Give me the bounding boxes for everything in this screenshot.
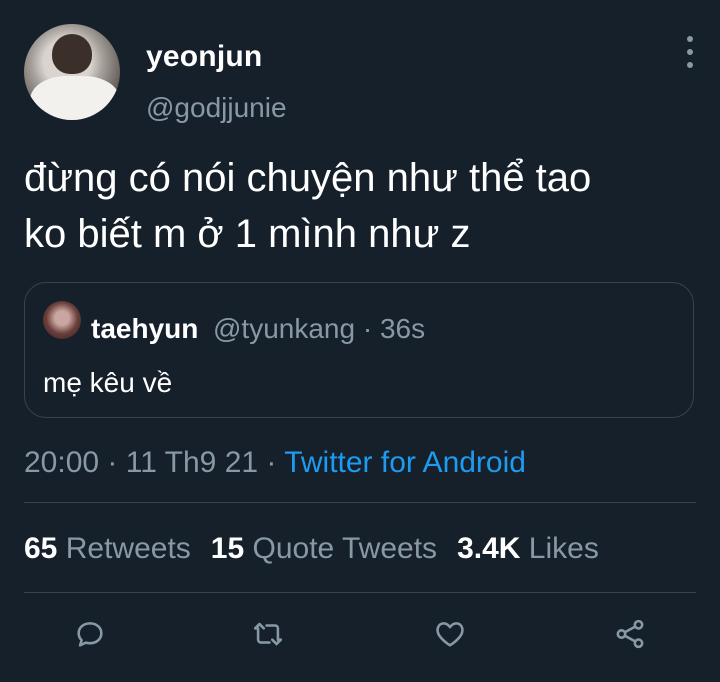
quoted-author-name: taehyun [91, 313, 199, 344]
stats-row: 65 Retweets 15 Quote Tweets 3.4K Likes [24, 532, 599, 566]
reply-button[interactable] [68, 612, 112, 656]
likes-count: 3.4K [457, 532, 521, 565]
share-button[interactable] [608, 612, 652, 656]
timestamp-row: 20:00 · 11 Th9 21 · Twitter for Android [24, 446, 526, 480]
retweets-label: Retweets [65, 532, 191, 565]
quotes-label: Quote Tweets [252, 532, 438, 565]
avatar-shirt [30, 76, 120, 120]
avatar-head [52, 34, 92, 74]
tweet-text: đừng có nói chuyện như thể tao ko biết m… [24, 150, 694, 262]
retweet-icon [253, 622, 283, 646]
author-name[interactable]: yeonjun [146, 40, 262, 74]
tweet-timestamp[interactable]: 20:00 · 11 Th9 21 · [24, 446, 284, 479]
quoted-author-meta: @tyunkang · 36s [213, 313, 426, 344]
reply-icon [77, 622, 103, 647]
like-icon [436, 622, 464, 647]
share-icon [616, 619, 644, 649]
quoted-tweet-text: mẹ kêu về [43, 367, 173, 398]
like-button[interactable] [428, 612, 472, 656]
quoted-avatar[interactable] [43, 301, 81, 339]
retweet-button[interactable] [246, 612, 290, 656]
likes-label: Likes [528, 532, 599, 565]
divider [24, 592, 696, 593]
tweet-text-line-1: đừng có nói chuyện như thể tao [24, 156, 592, 200]
tweet-text-line-2: ko biết m ở 1 mình như z [24, 212, 471, 256]
more-options-icon[interactable] [680, 36, 700, 68]
retweets-stat[interactable]: 65 Retweets [24, 532, 191, 565]
tweet-source-link[interactable]: Twitter for Android [284, 446, 526, 479]
quotes-stat[interactable]: 15 Quote Tweets [211, 532, 437, 565]
quotes-count: 15 [210, 532, 245, 565]
retweets-count: 65 [24, 532, 58, 565]
quoted-tweet-card[interactable]: taehyun @tyunkang · 36s mẹ kêu về [24, 282, 694, 418]
avatar[interactable] [24, 24, 120, 120]
author-handle[interactable]: @godjjunie [146, 92, 287, 124]
likes-stat[interactable]: 3.4K Likes [457, 532, 599, 565]
divider [24, 502, 696, 503]
